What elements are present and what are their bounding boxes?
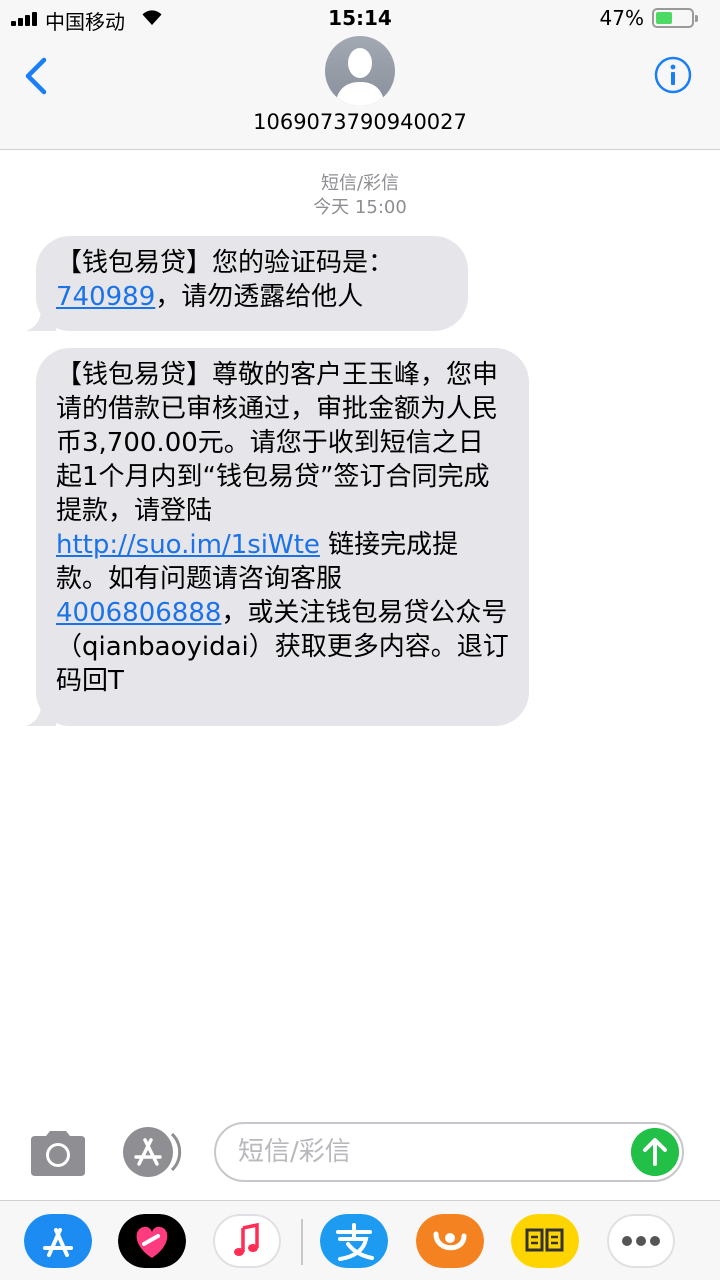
message-bubble-incoming[interactable]: 【钱包易贷】尊敬的客户王玉峰，您申请的借款已审核通过，审批金额为人民币3,700…: [26, 348, 529, 726]
message-bubble-incoming[interactable]: 【钱包易贷】您的验证码是： 740989，请勿透露给他人: [26, 236, 468, 331]
message-text: 【钱包易贷】尊敬的客户王玉峰，您申请的借款已审核通过，审批金额为人民币3,700…: [56, 360, 499, 526]
message-input[interactable]: [214, 1122, 684, 1182]
contact-avatar[interactable]: [325, 36, 395, 106]
verification-code-link[interactable]: 740989: [56, 282, 155, 312]
battery-icon: [652, 8, 698, 28]
url-link[interactable]: http://suo.im/1siWte: [56, 530, 320, 560]
digital-touch-icon[interactable]: [118, 1214, 186, 1268]
service-label: 短信/彩信: [320, 173, 400, 194]
uc-browser-icon[interactable]: [416, 1214, 484, 1268]
phone-number-link[interactable]: 4006806888: [56, 598, 221, 628]
app-store-icon[interactable]: [120, 1126, 184, 1178]
bubble-tail: [26, 696, 56, 726]
app-drawer-divider: [301, 1219, 303, 1265]
battery-level-fill: [656, 12, 672, 24]
message-timestamp: 今天 15:00: [313, 197, 407, 218]
message-text: ，请勿透露给他人: [155, 282, 364, 312]
music-icon[interactable]: [213, 1214, 281, 1268]
conversation-header: 1069073790940027: [0, 36, 720, 150]
chevron-left-icon[interactable]: [18, 54, 54, 98]
message-meta: 短信/彩信 今天 15:00: [0, 172, 720, 220]
info-icon[interactable]: [654, 56, 692, 94]
contact-number[interactable]: 1069073790940027: [0, 110, 720, 134]
status-bar: 中国移动 15:14 47%: [0, 0, 720, 36]
alipay-icon[interactable]: [320, 1214, 388, 1268]
message-text: 【钱包易贷】您的验证码是：: [56, 248, 395, 278]
battery-percentage: 47%: [599, 6, 644, 30]
camera-icon[interactable]: [28, 1128, 88, 1178]
send-arrow-icon[interactable]: [631, 1128, 679, 1176]
compose-bar: [0, 1110, 720, 1200]
app-store-icon[interactable]: [24, 1214, 92, 1268]
bubble-tail: [26, 301, 56, 331]
xianyu-icon[interactable]: [511, 1214, 579, 1268]
person-silhouette-icon: [335, 48, 385, 106]
app-drawer: [0, 1200, 720, 1280]
more-icon[interactable]: [607, 1214, 675, 1268]
